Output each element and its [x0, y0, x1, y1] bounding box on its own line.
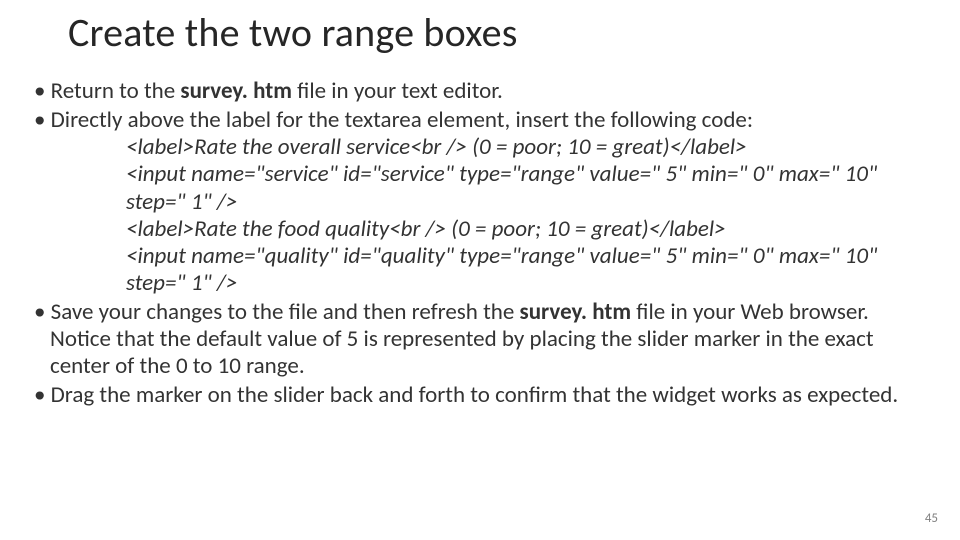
slide-body: Return to the survey. htm file in your t…: [30, 78, 930, 412]
bullet-4-text: Drag the marker on the slider back and f…: [51, 381, 899, 409]
bullet-3-filename: survey. htm: [520, 298, 632, 326]
bullet-1-text-b: file in your text editor.: [292, 77, 503, 105]
bullet-3: Save your changes to the file and then r…: [30, 299, 930, 380]
bullet-list: Return to the survey. htm file in your t…: [30, 78, 930, 410]
code-line-4: <input name="quality" id="quality" type=…: [126, 243, 930, 297]
bullet-2: Directly above the label for the textare…: [30, 107, 930, 297]
bullet-1-filename: survey. htm: [180, 77, 292, 105]
code-line-1: <label>Rate the overall service<br /> (0…: [126, 134, 930, 161]
bullet-3-text-a: Save your changes to the file and then r…: [51, 298, 520, 326]
code-line-2: <input name="service" id="service" type=…: [126, 161, 930, 215]
bullet-1-text-a: Return to the: [51, 77, 181, 105]
slide: Create the two range boxes Return to the…: [0, 0, 960, 540]
bullet-4: Drag the marker on the slider back and f…: [30, 382, 930, 409]
slide-title: Create the two range boxes: [68, 8, 518, 57]
code-line-3: <label>Rate the food quality<br /> (0 = …: [126, 216, 930, 243]
bullet-1: Return to the survey. htm file in your t…: [30, 78, 930, 105]
bullet-2-text: Directly above the label for the textare…: [51, 106, 753, 134]
page-number: 45: [925, 511, 938, 526]
